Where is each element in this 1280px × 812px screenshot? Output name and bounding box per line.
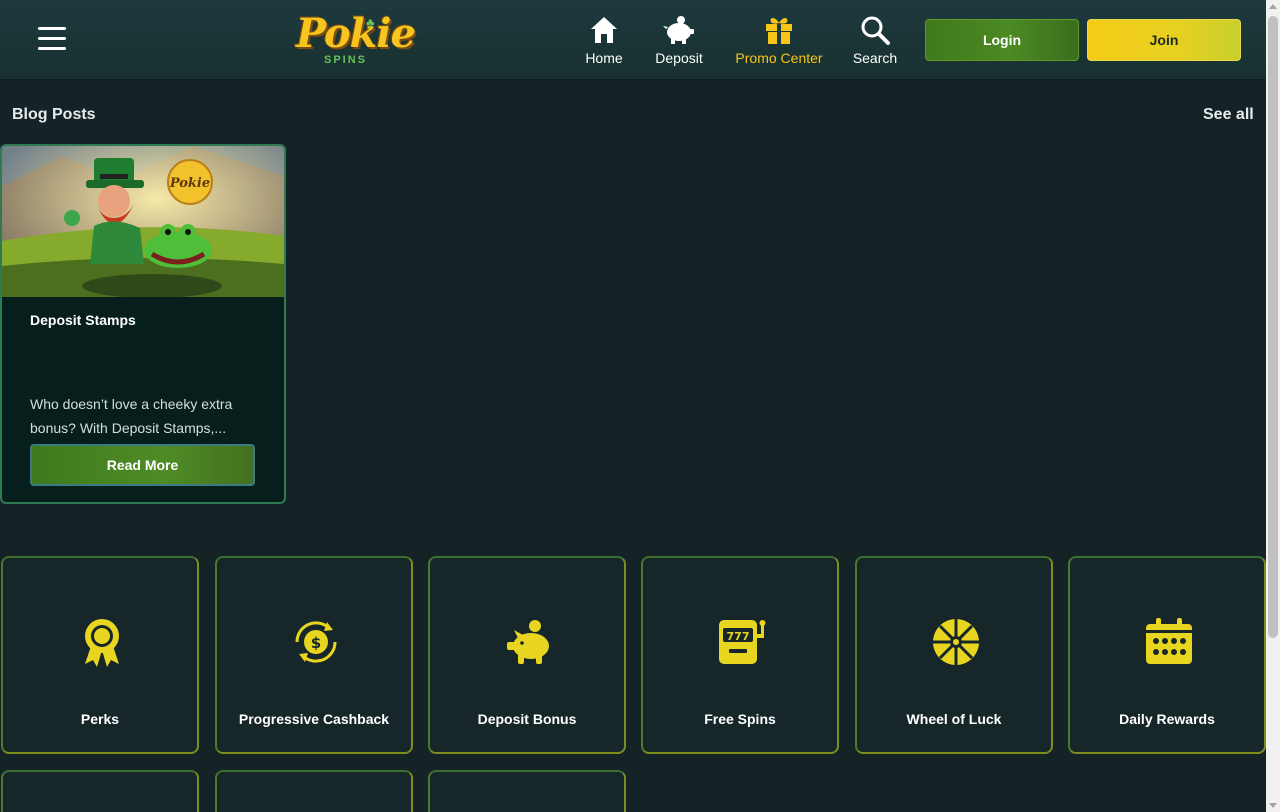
promo-tile-label: Perks [80, 711, 120, 727]
scroll-down-arrow-icon[interactable] [1269, 803, 1277, 808]
blog-post-image[interactable]: Pokie [2, 146, 284, 297]
leprechaun-illustration: Pokie [2, 146, 284, 297]
cashback-coin-icon: $ [295, 621, 337, 663]
promo-tile-free-spins[interactable]: 777 Free Spins [641, 556, 839, 754]
nav-home-label: Home [585, 50, 623, 66]
scroll-up-arrow-icon[interactable] [1269, 4, 1277, 9]
blog-section-title: Blog Posts [12, 106, 96, 123]
promo-tile-label: Deposit Bonus [477, 711, 577, 727]
promo-tile-perks[interactable]: Perks [1, 556, 199, 754]
coin-badge-text: Pokie [169, 176, 210, 191]
piggy-bank-icon [663, 16, 694, 44]
page-scrollbar[interactable] [1266, 0, 1280, 812]
promo-tile-daily-rewards[interactable]: Daily Rewards [1068, 556, 1266, 754]
slot-machine-icon: 777 [719, 620, 766, 664]
join-button[interactable]: Join [1087, 19, 1241, 61]
award-ribbon-icon [85, 619, 119, 667]
blog-post-excerpt: Who doesn’t love a cheeky extra bonus? W… [30, 396, 233, 436]
nav-home[interactable]: Home [582, 14, 626, 70]
clover-icon: ♣ [366, 15, 375, 30]
promo-tile-label: Daily Rewards [1119, 711, 1215, 727]
top-header: Pokie ♣ SPINS Home Deposit Promo Center [0, 0, 1266, 80]
hamburger-menu-icon[interactable] [36, 27, 68, 53]
nav-search-label: Search [852, 50, 898, 66]
wheel-icon [933, 619, 979, 665]
pokie-spins-logo[interactable]: Pokie ♣ SPINS [296, 12, 416, 68]
read-more-button[interactable]: Read More [30, 444, 255, 486]
promo-tile-wheel-of-luck[interactable]: Wheel of Luck [855, 556, 1053, 754]
calendar-icon [1146, 618, 1192, 664]
promo-tile-label: Progressive Cashback [238, 711, 390, 727]
piggy-bank-icon [507, 620, 549, 664]
promo-tile-progressive-cashback[interactable]: $ Progressive Cashback [215, 556, 413, 754]
promo-tile-partial[interactable] [428, 770, 626, 812]
nav-search[interactable]: Search [852, 14, 898, 70]
promo-tile-partial[interactable] [1, 770, 199, 812]
promo-tile-deposit-bonus[interactable]: Deposit Bonus [428, 556, 626, 754]
promo-tile-partial[interactable] [215, 770, 413, 812]
nav-promo-center[interactable]: Promo Center [734, 14, 824, 70]
search-icon [861, 16, 890, 45]
nav-deposit[interactable]: Deposit [652, 14, 706, 70]
svg-text:$: $ [311, 634, 321, 652]
logo-subtext: SPINS [324, 54, 368, 66]
nav-deposit-label: Deposit [655, 50, 703, 66]
svg-text:777: 777 [727, 630, 750, 643]
blog-post-card[interactable]: Pokie Deposit Stamps Who doesn’t love a … [0, 144, 286, 504]
login-button[interactable]: Login [925, 19, 1079, 61]
gift-icon [766, 18, 792, 44]
promo-tile-label: Wheel of Luck [906, 711, 1002, 727]
promo-tile-label: Free Spins [704, 711, 776, 727]
see-all-link[interactable]: See all [1203, 106, 1254, 124]
logo-wordmark: Pokie [296, 10, 416, 57]
nav-promo-center-label: Promo Center [735, 50, 823, 66]
scrollbar-thumb[interactable] [1268, 16, 1278, 638]
blog-post-title[interactable]: Deposit Stamps [30, 312, 136, 328]
home-icon [591, 17, 617, 43]
